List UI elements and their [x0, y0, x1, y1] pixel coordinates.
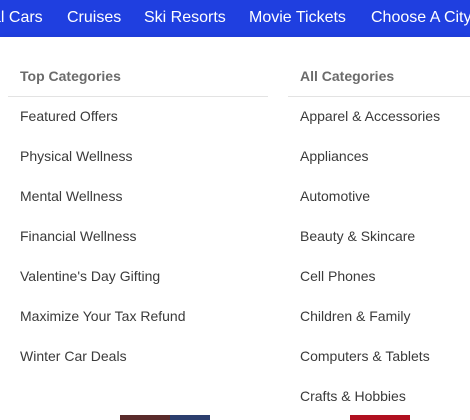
category-link-label: Mental Wellness — [20, 188, 123, 204]
category-link-label: Cell Phones — [300, 268, 376, 284]
category-link-label: Appliances — [300, 148, 369, 164]
top-categories-heading: Top Categories — [20, 68, 121, 84]
category-link-label: Winter Car Deals — [20, 348, 127, 364]
all-categories-list: Apparel & Accessories Appliances Automot… — [300, 107, 440, 420]
background-image-fragment — [170, 415, 210, 420]
nav-link-movie-tickets[interactable]: Movie Tickets — [249, 8, 346, 28]
page: al Cars Cruises Ski Resorts Movie Ticket… — [0, 0, 470, 420]
category-link-physical-wellness[interactable]: Physical Wellness — [20, 147, 186, 187]
category-link-label: Maximize Your Tax Refund — [20, 308, 186, 324]
category-link-label: Automotive — [300, 188, 371, 204]
all-categories-divider — [288, 96, 470, 97]
category-link-label: Beauty & Skincare — [300, 228, 416, 244]
category-link-children-family[interactable]: Children & Family — [300, 307, 440, 347]
nav-link-cruises[interactable]: Cruises — [67, 8, 121, 28]
category-link-mental-wellness[interactable]: Mental Wellness — [20, 187, 186, 227]
all-categories-heading: All Categories — [300, 68, 395, 84]
category-link-label: Computers & Tablets — [300, 348, 430, 364]
category-link-label: Financial Wellness — [20, 228, 137, 244]
category-link-apparel-accessories[interactable]: Apparel & Accessories — [300, 107, 440, 147]
categories-dropdown-menu: Top Categories Featured Offers Physical … — [0, 37, 470, 420]
background-image-fragment — [350, 415, 410, 420]
category-link-winter-car-deals[interactable]: Winter Car Deals — [20, 347, 186, 387]
category-link-label: Crafts & Hobbies — [300, 388, 406, 404]
category-link-cell-phones[interactable]: Cell Phones — [300, 267, 440, 307]
category-link-label: Children & Family — [300, 308, 411, 324]
category-link-beauty-skincare[interactable]: Beauty & Skincare — [300, 227, 440, 267]
nav-link-ski-resorts[interactable]: Ski Resorts — [144, 8, 226, 28]
top-categories-divider — [8, 96, 268, 97]
category-link-label: Apparel & Accessories — [300, 108, 441, 124]
background-content-strip — [120, 415, 470, 420]
category-link-automotive[interactable]: Automotive — [300, 187, 440, 227]
category-link-financial-wellness[interactable]: Financial Wellness — [20, 227, 186, 267]
nav-link-choose-a-city[interactable]: Choose A City — [371, 8, 470, 28]
category-link-valentines-day-gifting[interactable]: Valentine's Day Gifting — [20, 267, 186, 307]
category-link-maximize-tax-refund[interactable]: Maximize Your Tax Refund — [20, 307, 186, 347]
background-image-fragment — [120, 415, 170, 420]
category-link-label: Valentine's Day Gifting — [20, 268, 161, 284]
nav-link-rental-cars[interactable]: al Cars — [0, 8, 43, 28]
category-link-featured-offers[interactable]: Featured Offers — [20, 107, 186, 147]
category-link-label: Featured Offers — [20, 108, 118, 124]
category-link-label: Physical Wellness — [20, 148, 133, 164]
category-link-appliances[interactable]: Appliances — [300, 147, 440, 187]
top-navigation-bar: al Cars Cruises Ski Resorts Movie Ticket… — [0, 0, 470, 37]
top-categories-list: Featured Offers Physical Wellness Mental… — [20, 107, 186, 387]
category-link-computers-tablets[interactable]: Computers & Tablets — [300, 347, 440, 387]
